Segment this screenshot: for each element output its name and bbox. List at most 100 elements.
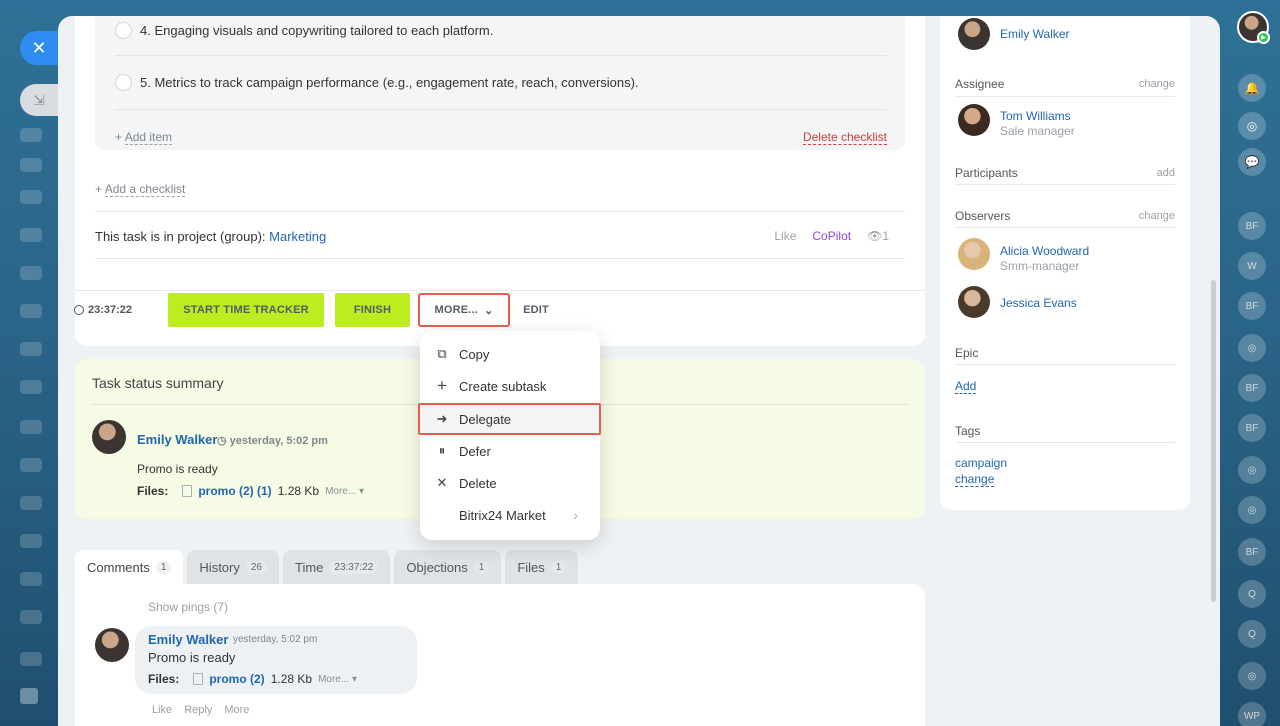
- observers-label: Observers: [955, 209, 1011, 223]
- delete-checklist-link[interactable]: Delete checklist: [802, 130, 887, 145]
- rail-item: [20, 190, 42, 204]
- file-more-dropdown[interactable]: More... ▾: [318, 674, 357, 685]
- like-link[interactable]: Like: [152, 704, 172, 716]
- contact-bubble[interactable]: Q: [1238, 620, 1266, 648]
- avatar[interactable]: [92, 420, 126, 454]
- avatar[interactable]: [958, 286, 990, 318]
- tab-comments[interactable]: Comments 1: [75, 550, 184, 584]
- menu-item-create-subtask[interactable]: + Create subtask: [420, 370, 600, 402]
- chat-icon[interactable]: ◎: [1238, 496, 1266, 524]
- assignee-change-link[interactable]: change: [1139, 78, 1175, 90]
- observers-change-link[interactable]: change: [1139, 210, 1175, 222]
- menu-item-delete[interactable]: ✕ Delete: [420, 467, 600, 499]
- tag-item[interactable]: campaign: [955, 456, 1007, 470]
- menu-item-defer[interactable]: ⏸ Defer: [420, 435, 600, 467]
- file-link[interactable]: promo (2) (1): [198, 484, 271, 498]
- summary-text: Promo is ready: [137, 462, 218, 476]
- views-counter: 👁1: [867, 229, 889, 243]
- copilot-link[interactable]: CoPilot: [812, 229, 851, 243]
- project-line: This task is in project (group): Marketi…: [95, 229, 326, 244]
- show-pings-link[interactable]: Show pings (7): [148, 600, 228, 614]
- checklist-item[interactable]: 5. Metrics to track campaign performance…: [115, 74, 639, 91]
- tab-objections[interactable]: Objections 1: [394, 550, 502, 584]
- close-slider-button[interactable]: ✕: [20, 31, 58, 65]
- files-label: Files:: [137, 484, 169, 498]
- start-time-tracker-button[interactable]: START TIME TRACKER: [168, 293, 324, 327]
- rail-item: [20, 380, 42, 394]
- file-link[interactable]: promo (2): [209, 672, 264, 686]
- file-more-dropdown[interactable]: More... ▾: [325, 486, 364, 497]
- avatar[interactable]: [958, 18, 990, 50]
- reply-link[interactable]: Reply: [184, 704, 212, 716]
- comment-time: yesterday, 5:02 pm: [233, 634, 318, 645]
- like-link[interactable]: Like: [774, 229, 796, 243]
- more-button[interactable]: MORE... ⌄: [418, 293, 510, 327]
- finish-button[interactable]: FINISH: [335, 293, 410, 327]
- timer-value: 23:37:22: [88, 304, 133, 316]
- avatar[interactable]: [958, 238, 990, 270]
- rail-item: [20, 304, 42, 318]
- chat-icon[interactable]: 💬: [1238, 148, 1266, 176]
- minimize-slider-button[interactable]: ⇲: [20, 84, 58, 116]
- comment-actions: Like Reply More: [152, 704, 249, 716]
- scrollbar[interactable]: [1211, 280, 1216, 602]
- assignee-name[interactable]: Tom Williams: [1000, 109, 1071, 123]
- observer-name[interactable]: Alicia Woodward: [1000, 244, 1089, 258]
- avatar[interactable]: [95, 628, 129, 662]
- copilot-icon[interactable]: ◎: [1238, 112, 1266, 140]
- project-link[interactable]: Marketing: [269, 229, 326, 244]
- summary-files: Files: promo (2) (1) 1.28 Kb More... ▾: [137, 484, 364, 498]
- print-icon[interactable]: [20, 688, 38, 704]
- chevron-right-icon: ›: [573, 507, 578, 523]
- clock-icon: [74, 305, 84, 315]
- right-rail: ▶ 🔔 ◎ 💬 BF W BF ◎ BF BF ◎ ◎ BF Q Q ◎ WP: [1220, 0, 1280, 726]
- checklist-checkbox[interactable]: [115, 22, 132, 39]
- epic-add-link[interactable]: Add: [955, 379, 977, 394]
- contact-bubble[interactable]: BF: [1238, 374, 1266, 402]
- contact-bubble[interactable]: Q: [1238, 580, 1266, 608]
- rail-item: [20, 534, 42, 548]
- menu-item-copy[interactable]: ⧉ Copy: [420, 338, 600, 370]
- file-size: 1.28 Kb: [270, 672, 313, 686]
- summary-author[interactable]: Emily Walker: [137, 432, 217, 447]
- rail-item: [20, 342, 42, 356]
- tab-history[interactable]: History 26: [187, 550, 279, 584]
- tab-time[interactable]: Time 23:37:22: [283, 550, 391, 584]
- contact-bubble[interactable]: WP: [1238, 702, 1266, 726]
- assignee-label: Assignee: [955, 77, 1005, 91]
- checklist-item[interactable]: 4. Engaging visuals and copywriting tail…: [115, 22, 493, 39]
- rail-item: [20, 228, 42, 242]
- contact-bubble[interactable]: W: [1238, 252, 1266, 280]
- menu-item-bitrix24-market[interactable]: Bitrix24 Market ›: [420, 499, 600, 531]
- edit-button[interactable]: EDIT: [516, 300, 556, 320]
- add-item-link[interactable]: + Add item: [115, 130, 173, 145]
- chat-icon[interactable]: ◎: [1238, 662, 1266, 690]
- more-link[interactable]: More: [224, 704, 249, 716]
- rail-item: [20, 610, 42, 624]
- tab-files[interactable]: Files 1: [505, 550, 579, 584]
- copy-icon: ⧉: [437, 346, 447, 361]
- participants-add-link[interactable]: add: [1157, 167, 1175, 179]
- contact-bubble[interactable]: BF: [1238, 212, 1266, 240]
- rail-item: [20, 128, 42, 142]
- tags-change-link[interactable]: change: [955, 472, 995, 487]
- creator-name[interactable]: Emily Walker: [1000, 27, 1070, 41]
- avatar[interactable]: [958, 104, 990, 136]
- comment-author[interactable]: Emily Walker: [148, 632, 228, 647]
- comments-panel: Show pings (7) Emily Walker yesterday, 5…: [75, 584, 925, 726]
- contact-bubble[interactable]: BF: [1238, 414, 1266, 442]
- chat-icon[interactable]: ◎: [1238, 334, 1266, 362]
- bell-icon[interactable]: 🔔: [1238, 74, 1266, 102]
- add-checklist-link[interactable]: + Add a checklist: [95, 182, 186, 197]
- observer-name[interactable]: Jessica Evans: [1000, 296, 1077, 310]
- summary-time: ◷ yesterday, 5:02 pm: [217, 435, 328, 447]
- chat-icon[interactable]: ◎: [1238, 456, 1266, 484]
- divider: [955, 442, 1175, 443]
- menu-item-delegate[interactable]: ➜ Delegate: [418, 403, 601, 435]
- checklist-checkbox[interactable]: [115, 74, 132, 91]
- file-icon: [182, 485, 193, 497]
- rail-item: [20, 652, 42, 666]
- task-sidebar: Emily Walker Assignee change Tom William…: [940, 16, 1190, 510]
- contact-bubble[interactable]: BF: [1238, 538, 1266, 566]
- contact-bubble[interactable]: BF: [1238, 292, 1266, 320]
